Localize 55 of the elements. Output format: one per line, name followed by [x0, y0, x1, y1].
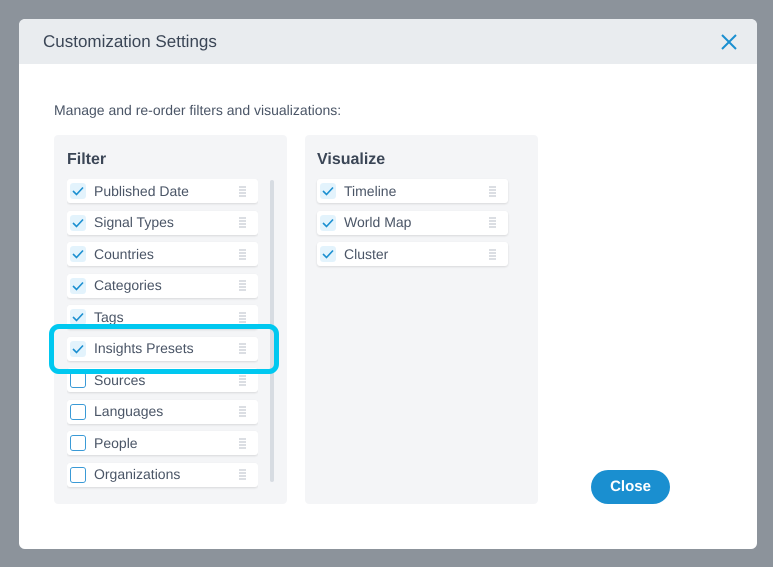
checkbox[interactable]	[70, 183, 86, 199]
list-item[interactable]: World Map	[317, 210, 508, 234]
item-label: Cluster	[344, 244, 388, 264]
dialog-title: Customization Settings	[43, 30, 217, 53]
drag-handle-icon[interactable]	[239, 217, 246, 228]
item-label: Categories	[94, 276, 162, 295]
instructions-text: Manage and re-order filters and visualizations:	[54, 101, 342, 120]
drag-handle-icon[interactable]	[239, 248, 246, 260]
checkbox[interactable]	[70, 466, 86, 482]
drag-handle-icon[interactable]	[239, 343, 246, 354]
list-item[interactable]: People	[67, 431, 258, 455]
drag-handle-icon[interactable]	[239, 469, 246, 480]
checkbox[interactable]	[70, 246, 86, 262]
checkbox[interactable]	[70, 340, 86, 356]
checkbox[interactable]	[70, 309, 86, 325]
checkbox[interactable]	[320, 214, 336, 230]
drag-handle-icon[interactable]	[239, 406, 246, 417]
drag-handle-icon[interactable]	[239, 280, 246, 291]
list-item[interactable]: Published Date	[67, 179, 258, 203]
list-item[interactable]: Timeline	[317, 179, 508, 203]
panel-title: Filter	[67, 150, 106, 170]
item-label: Sources	[94, 370, 146, 390]
item-label: Tags	[94, 308, 124, 326]
close-button[interactable]: Close	[591, 470, 670, 504]
item-label: Published Date	[94, 182, 189, 200]
item-label: People	[94, 434, 138, 453]
item-label: Insights Presets	[94, 339, 194, 358]
panel-title: Visualize	[317, 150, 386, 170]
checkbox[interactable]	[70, 435, 86, 451]
list-item[interactable]: Organizations	[67, 462, 258, 486]
drag-handle-icon[interactable]	[489, 248, 496, 260]
drag-handle-icon[interactable]	[239, 186, 246, 196]
item-label: Timeline	[344, 182, 396, 200]
checkbox[interactable]	[70, 278, 86, 294]
list-item[interactable]: Countries	[67, 242, 258, 266]
item-label: Countries	[94, 244, 154, 264]
item-label: Languages	[94, 402, 164, 421]
drag-handle-icon[interactable]	[239, 312, 246, 322]
list-item[interactable]: Cluster	[317, 242, 508, 266]
list-item[interactable]: Categories	[67, 274, 258, 298]
drag-handle-icon[interactable]	[239, 374, 246, 386]
checkbox[interactable]	[70, 404, 86, 420]
list-item[interactable]: Languages	[67, 400, 258, 424]
list-item[interactable]: Insights Presets	[67, 336, 258, 360]
drag-handle-icon[interactable]	[239, 438, 246, 448]
checkbox[interactable]	[70, 214, 86, 230]
checkbox[interactable]	[320, 183, 336, 199]
list-item[interactable]: Signal Types	[67, 210, 258, 234]
item-label: World Map	[344, 213, 412, 232]
drag-handle-icon[interactable]	[489, 186, 496, 196]
checkbox[interactable]	[320, 246, 336, 262]
close-icon[interactable]	[721, 34, 737, 50]
item-label: Signal Types	[94, 213, 174, 232]
drag-handle-icon[interactable]	[489, 217, 496, 228]
item-label: Organizations	[94, 465, 180, 484]
